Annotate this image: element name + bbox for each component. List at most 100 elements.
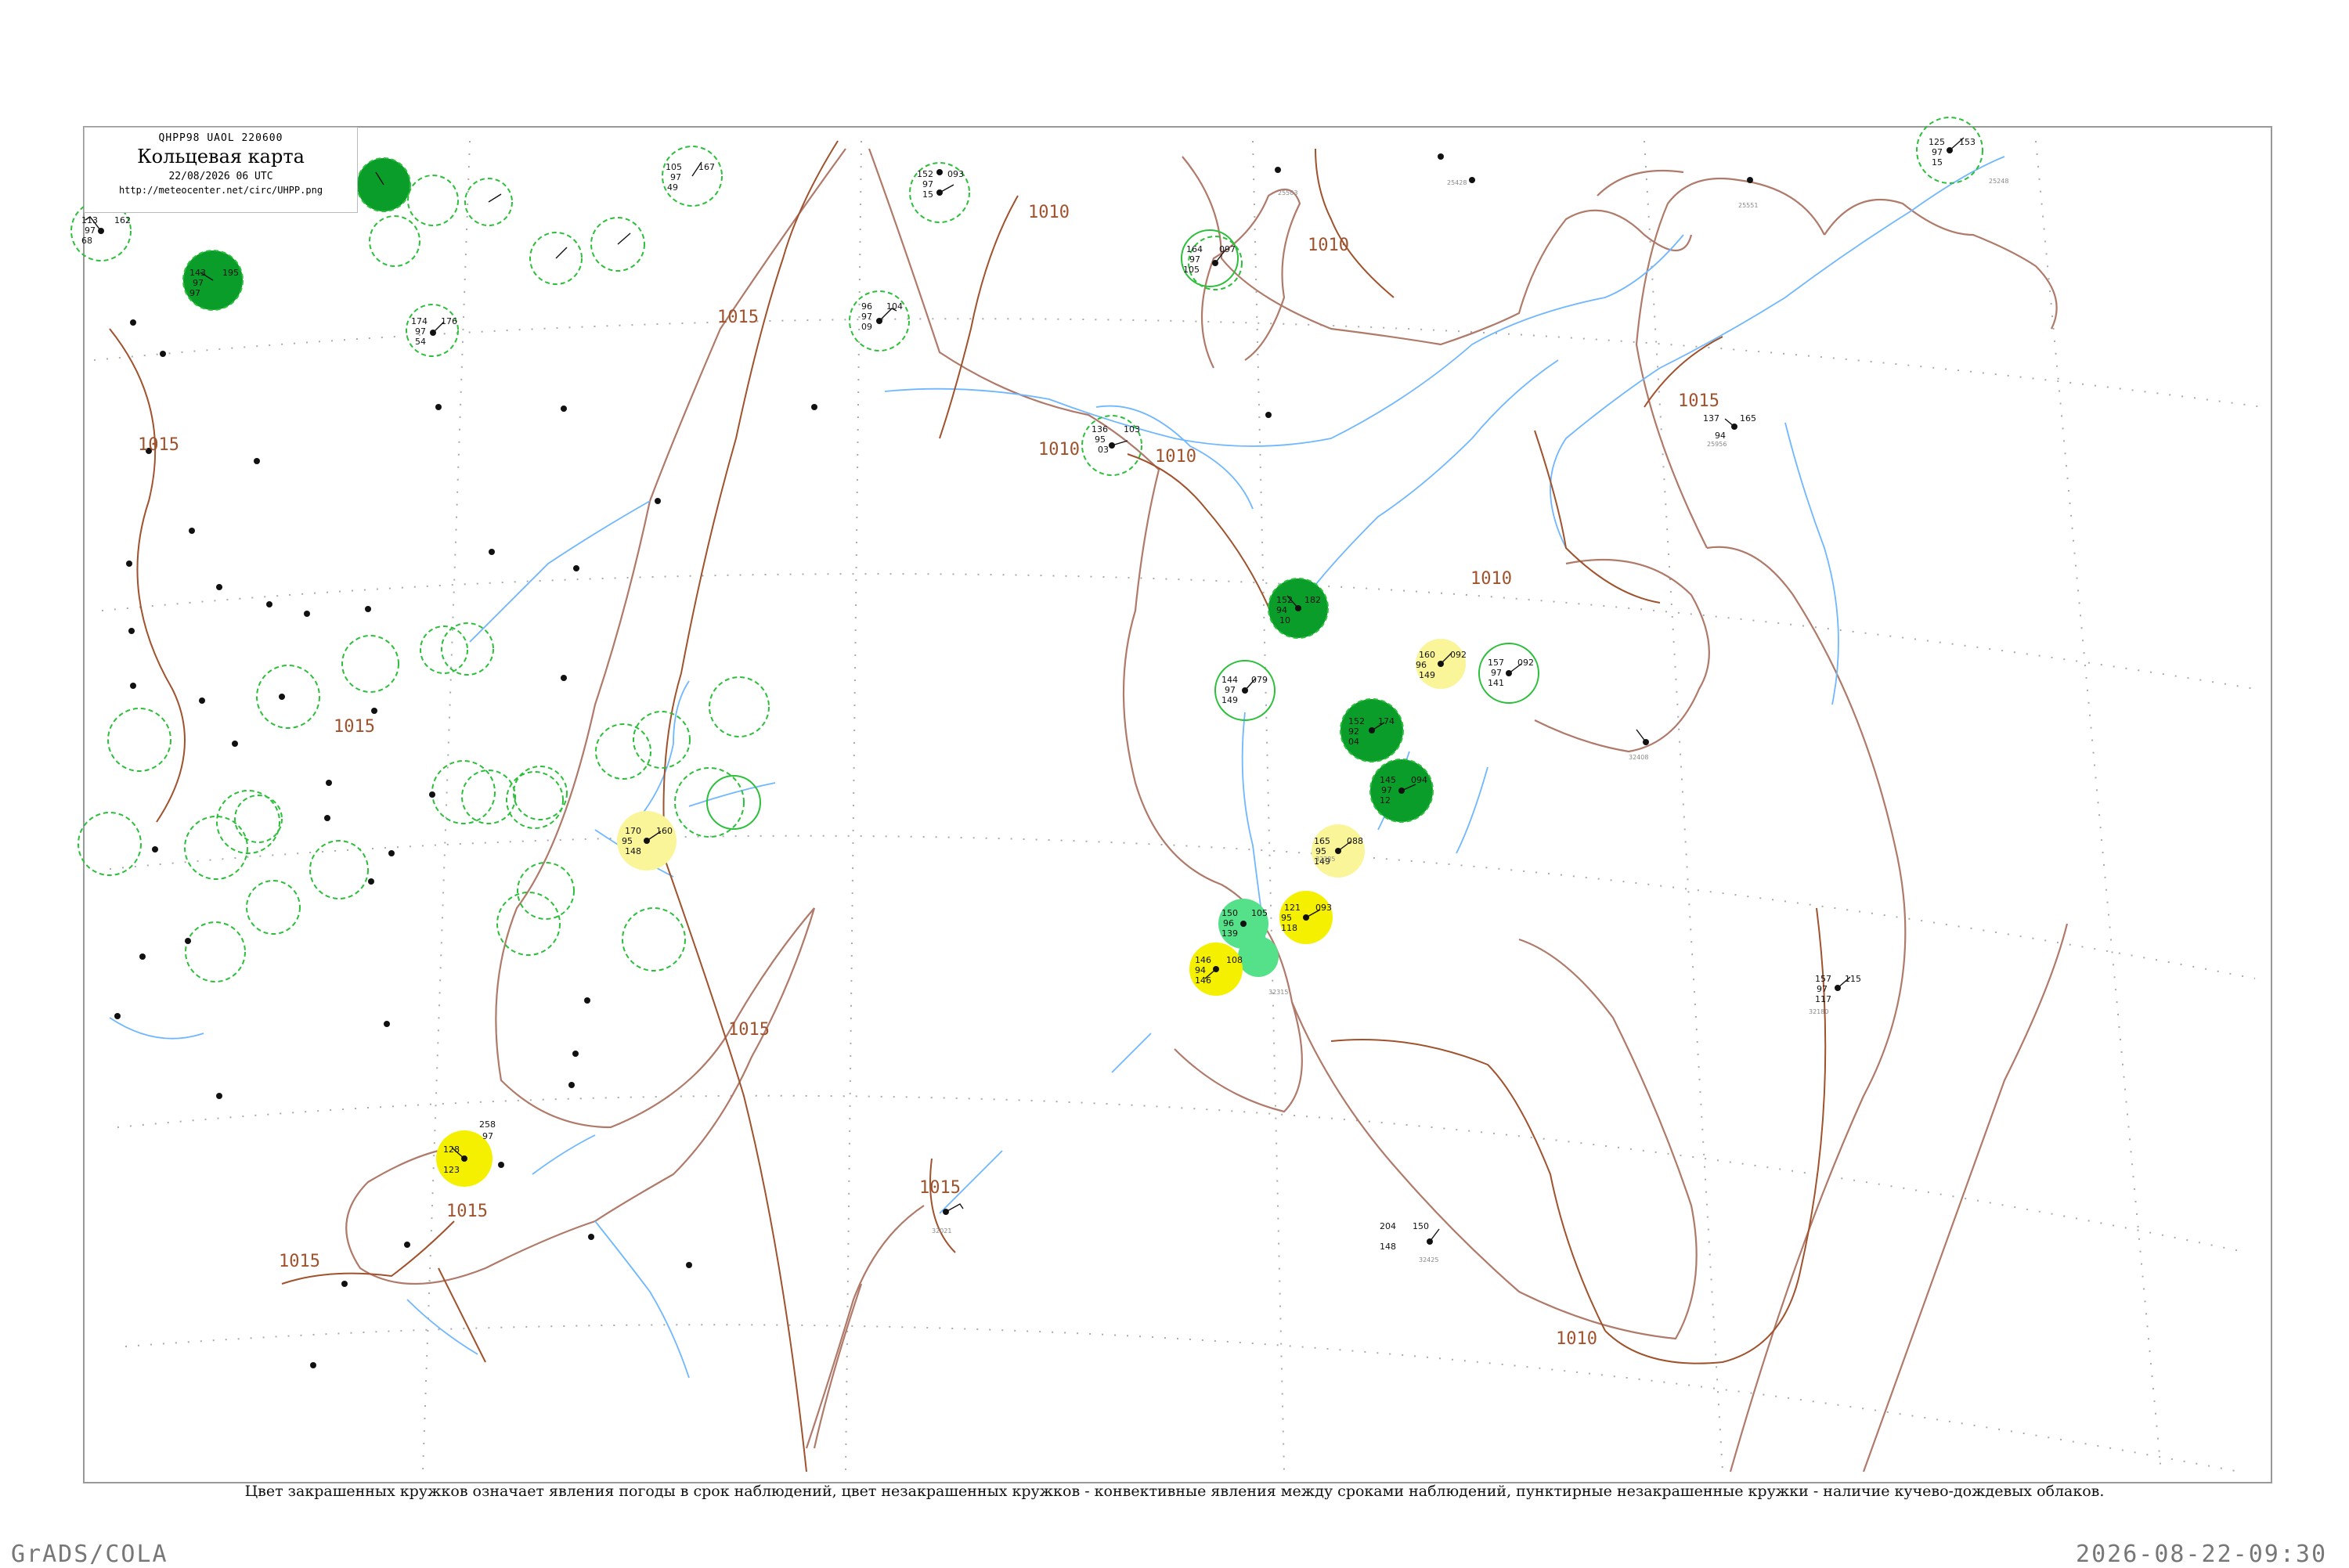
svg-text:96: 96 <box>1223 918 1234 928</box>
svg-text:09: 09 <box>861 322 872 332</box>
svg-text:32021: 32021 <box>932 1227 951 1235</box>
isobar-label: 1015 <box>919 1178 961 1198</box>
svg-text:149: 149 <box>1419 670 1435 680</box>
svg-text:093: 093 <box>947 169 964 179</box>
svg-text:105: 105 <box>1251 908 1268 918</box>
svg-text:146: 146 <box>1195 975 1211 986</box>
svg-text:145: 145 <box>1380 775 1396 785</box>
svg-text:108: 108 <box>1226 955 1243 965</box>
svg-text:258: 258 <box>479 1119 496 1130</box>
isobar-label: 1010 <box>1308 236 1349 255</box>
svg-text:204: 204 <box>1380 1221 1396 1231</box>
svg-text:97: 97 <box>861 312 872 322</box>
svg-text:103: 103 <box>1124 424 1140 434</box>
svg-text:165: 165 <box>1314 836 1330 846</box>
station-ring <box>407 175 459 226</box>
svg-text:97: 97 <box>482 1131 493 1141</box>
svg-text:25503: 25503 <box>1278 189 1297 196</box>
svg-text:25551: 25551 <box>1738 202 1758 209</box>
svg-text:96: 96 <box>861 301 872 312</box>
station-ring <box>246 880 301 935</box>
svg-text:176: 176 <box>441 316 457 326</box>
rivers <box>109 156 2005 1379</box>
map-caption: Цвет закрашенных кружков означает явлени… <box>244 1483 2105 1500</box>
svg-text:97: 97 <box>670 172 681 182</box>
station-ring <box>309 840 369 899</box>
station-plot: 96 1049709 <box>861 301 903 332</box>
render-timestamp: 2026-08-22-09:30 <box>2076 1541 2327 1568</box>
svg-text:117: 117 <box>1815 994 1831 1004</box>
station-ring <box>633 711 691 769</box>
svg-text:097: 097 <box>1219 244 1236 254</box>
isobar-label: 1015 <box>717 308 759 327</box>
svg-text:144: 144 <box>1221 675 1238 685</box>
svg-text:15: 15 <box>922 189 933 200</box>
svg-text:25248: 25248 <box>1989 178 2008 185</box>
station-plot: 204 150 148 <box>1380 1221 1429 1252</box>
svg-text:157: 157 <box>1488 658 1504 668</box>
svg-text:139: 139 <box>1221 928 1238 939</box>
station-ring <box>234 795 283 843</box>
station-ring <box>420 625 468 674</box>
svg-text:164: 164 <box>1186 244 1203 254</box>
svg-text:157: 157 <box>1815 974 1831 984</box>
station-ids: 25248 25551 25428 25503 25956 32408 3218… <box>932 178 2008 1263</box>
svg-text:152: 152 <box>1276 595 1293 605</box>
station-ring <box>78 812 142 876</box>
svg-text:97: 97 <box>1225 685 1236 695</box>
station-ring <box>341 635 399 693</box>
isobar-label: 1010 <box>1155 447 1196 467</box>
wind-barbs <box>85 137 1965 1242</box>
svg-text:25428: 25428 <box>1447 179 1467 186</box>
station-ring <box>256 665 320 729</box>
station-ring <box>107 708 171 772</box>
station-ring <box>185 921 246 982</box>
station-ring <box>517 862 575 920</box>
bulletin-code: QHPP98 UAOL 220600 <box>158 132 283 144</box>
svg-text:092: 092 <box>1450 650 1467 660</box>
svg-text:148: 148 <box>1380 1242 1396 1252</box>
svg-text:125: 125 <box>1929 137 1945 147</box>
svg-text:153: 153 <box>1959 137 1976 147</box>
station-dot <box>1747 177 1753 183</box>
station-dot <box>1275 167 1281 173</box>
svg-text:174: 174 <box>411 316 428 326</box>
svg-text:94: 94 <box>1195 965 1206 975</box>
svg-text:128: 128 <box>443 1144 460 1155</box>
svg-text:97: 97 <box>1491 668 1502 678</box>
station-ring <box>441 622 494 676</box>
station-ring <box>595 723 651 780</box>
svg-text:92: 92 <box>1348 726 1359 737</box>
svg-text:152: 152 <box>1348 716 1365 726</box>
station-plot: 137 165 94 <box>1703 413 1756 441</box>
isobar-label: 1010 <box>1038 440 1080 460</box>
isobar-label: 1015 <box>728 1020 770 1040</box>
svg-text:95: 95 <box>622 836 633 846</box>
svg-text:94: 94 <box>1276 605 1287 615</box>
svg-text:04: 04 <box>1348 737 1359 747</box>
isobar-label: 1010 <box>1470 569 1512 589</box>
svg-text:94: 94 <box>1715 431 1726 441</box>
station-dot <box>1438 153 1444 160</box>
svg-text:15: 15 <box>1932 157 1943 168</box>
isobar-label: 1015 <box>138 435 179 455</box>
station-plot: 136 103 9503 <box>1092 424 1140 455</box>
svg-text:95: 95 <box>1095 434 1106 445</box>
isobar-labels: 1010 1015 1010 1010 1010 1015 1010 1015 … <box>138 203 1719 1349</box>
svg-text:10: 10 <box>1279 615 1290 625</box>
svg-text:12: 12 <box>1380 795 1391 806</box>
svg-text:105: 105 <box>666 162 682 172</box>
station-dot <box>1240 921 1247 927</box>
isobar-label: 1010 <box>1556 1329 1597 1349</box>
map-date: 22/08/2026 06 UTC <box>168 171 273 182</box>
svg-text:182: 182 <box>1304 595 1321 605</box>
svg-text:165: 165 <box>1740 413 1756 424</box>
station-ring <box>674 767 745 838</box>
isobar-label: 1015 <box>334 717 375 737</box>
svg-text:54: 54 <box>415 337 426 347</box>
svg-text:03: 03 <box>1098 445 1109 455</box>
svg-text:137: 137 <box>1703 413 1719 424</box>
svg-text:25956: 25956 <box>1707 441 1727 448</box>
svg-text:088: 088 <box>1347 836 1363 846</box>
svg-text:195: 195 <box>222 268 239 278</box>
